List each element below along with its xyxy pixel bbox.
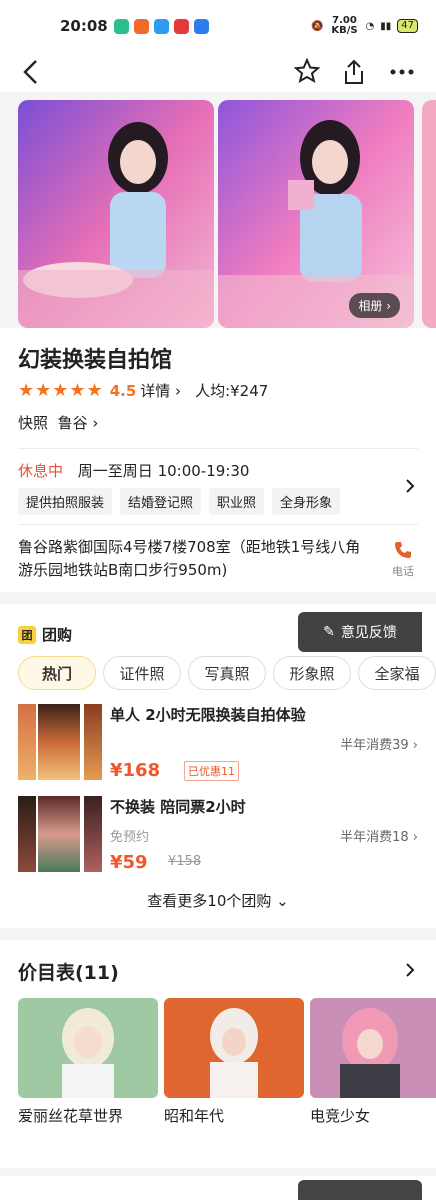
group-buy-header: 团 团购 [18, 624, 72, 645]
more-icon[interactable] [388, 58, 416, 86]
deal-price: ¥168 [110, 760, 161, 781]
deal-title: 单人 2小时无限换装自拍体验 [110, 706, 306, 724]
deal-thumbnail [38, 796, 80, 872]
status-badge: 休息中 [18, 462, 64, 480]
price-list-title: 价目表(11) [18, 962, 119, 984]
deal-thumbnail [18, 704, 36, 780]
status-time: 20:08 [60, 17, 108, 35]
deal-thumbnail [18, 796, 36, 872]
shop-address[interactable]: 鲁谷路紫御国际4号楼7楼708室（距地铁1号线八角游乐园地铁站B南口步行950m… [18, 536, 363, 582]
service-tag: 提供拍照服装 [18, 488, 113, 515]
signal-icon: ▮▮ [380, 20, 392, 32]
music-icon [174, 18, 189, 34]
alipay-icon [194, 18, 209, 34]
category-tabs: 热门 证件照 写真照 形象照 全家福 [18, 656, 436, 690]
deal-thumbnail [84, 796, 102, 872]
chevron-right-icon[interactable] [404, 478, 416, 494]
divider [18, 524, 418, 525]
details-link[interactable]: 详情 › [140, 380, 181, 401]
see-more-deals[interactable]: 查看更多10个团购 ⌄ [0, 890, 436, 911]
service-tag: 结婚登记照 [120, 488, 202, 515]
deal-thumbnail [84, 704, 102, 780]
business-hours[interactable]: 休息中 周一至周日 10:00-19:30 [18, 460, 249, 481]
shop-info: 幻装换装自拍馆 ★★★★★ 4.5 详情 › 人均:¥247 快照 鲁谷 › 休… [0, 328, 436, 592]
chevron-right-icon[interactable] [404, 962, 416, 978]
original-price: ¥158 [168, 854, 202, 869]
deal-sold-count: 半年消费39 › [340, 738, 418, 753]
phone-button[interactable]: 电话 [392, 540, 414, 579]
shop-name: 幻装换装自拍馆 [18, 348, 173, 373]
notification-icons [114, 18, 209, 34]
rating-stars: ★★★★★ [18, 380, 104, 401]
wifi-icon: ◔ [365, 20, 375, 32]
feedback-button[interactable]: ✎ 意见反馈 [298, 612, 422, 652]
album-button[interactable]: 相册 › [349, 293, 400, 318]
discount-badge: 已优惠11 [184, 761, 239, 781]
group-buy-section: 团 团购 ✎ 意见反馈 热门 证件照 写真照 形象照 全家福 单人 2小时无限换… [0, 604, 436, 928]
service-tags: 提供拍照服装 结婚登记照 职业照 全身形象 [18, 488, 341, 515]
deal-price: ¥59 [110, 852, 148, 873]
tab-id-photo[interactable]: 证件照 [103, 656, 181, 690]
deal-item[interactable]: 单人 2小时无限换装自拍体验 半年消费39 › ¥168 已优惠11 [18, 704, 418, 788]
battery-icon: 47 [397, 19, 418, 33]
next-section-peek [0, 1176, 436, 1200]
service-tag: 全身形象 [272, 488, 341, 515]
tab-family-photo[interactable]: 全家福 [358, 656, 436, 690]
group-buy-title: 团购 [42, 626, 73, 644]
price-item-name: 爱丽丝花草世界 [18, 1107, 124, 1125]
price-item[interactable]: 爱丽丝花草世界 [18, 998, 158, 1126]
floating-toolbar[interactable] [298, 1180, 422, 1200]
price-item-image [164, 998, 304, 1098]
gallery-photo[interactable]: 相册 › [218, 100, 414, 328]
photo-gallery[interactable]: 相册 › [18, 100, 436, 328]
tab-image-photo[interactable]: 形象照 [273, 656, 351, 690]
category-link[interactable]: 快照 鲁谷 › [18, 412, 98, 433]
nav-bar [0, 52, 436, 92]
avg-price: 人均:¥247 [195, 382, 269, 400]
price-item-name: 昭和年代 [164, 1107, 225, 1125]
group-buy-icon: 团 [18, 625, 36, 644]
service-tag: 职业照 [209, 488, 265, 515]
mute-icon: 🔕 [311, 20, 324, 32]
app-icon [134, 18, 149, 34]
deal-thumbnail [38, 704, 80, 780]
status-bar: 20:08 🔕 7.00 KB/S ◔ ▮▮ 47 [0, 0, 436, 52]
divider [18, 448, 418, 449]
price-item-name: 电竞少女 [310, 1107, 371, 1125]
share-icon[interactable] [342, 58, 366, 86]
star-icon[interactable] [294, 58, 320, 84]
deal-sold-count: 半年消费18 › [340, 830, 418, 845]
price-item[interactable]: 电竞少女 [310, 998, 436, 1126]
price-list-section: 价目表(11) 爱丽丝花草世界 昭和年代 电竞少女 [0, 940, 436, 1168]
browser-icon [154, 18, 169, 34]
wechat-icon [114, 18, 129, 34]
tab-hot[interactable]: 热门 [18, 656, 96, 690]
rating-row: ★★★★★ 4.5 详情 › 人均:¥247 [18, 380, 268, 401]
back-icon[interactable] [20, 58, 42, 86]
phone-label: 电话 [392, 565, 414, 578]
deal-title: 不换装 陪同票2小时 [110, 798, 246, 816]
network-speed: 7.00 KB/S [331, 15, 358, 36]
phone-icon [395, 542, 411, 558]
system-status: 🔕 7.00 KB/S ◔ ▮▮ 47 [311, 16, 418, 36]
price-item[interactable]: 昭和年代 [164, 998, 304, 1126]
hours-text: 周一至周日 10:00-19:30 [77, 462, 250, 480]
tab-portrait[interactable]: 写真照 [188, 656, 266, 690]
price-item-image [310, 998, 436, 1098]
rating-score: 4.5 [109, 381, 137, 400]
gallery-photo[interactable] [422, 100, 436, 328]
deal-note: 免预约 [110, 830, 150, 845]
edit-icon: ✎ [323, 624, 335, 640]
price-item-image [18, 998, 158, 1098]
deal-item[interactable]: 不换装 陪同票2小时 免预约 半年消费18 › ¥59 ¥158 [18, 796, 418, 880]
gallery-photo[interactable] [18, 100, 214, 328]
